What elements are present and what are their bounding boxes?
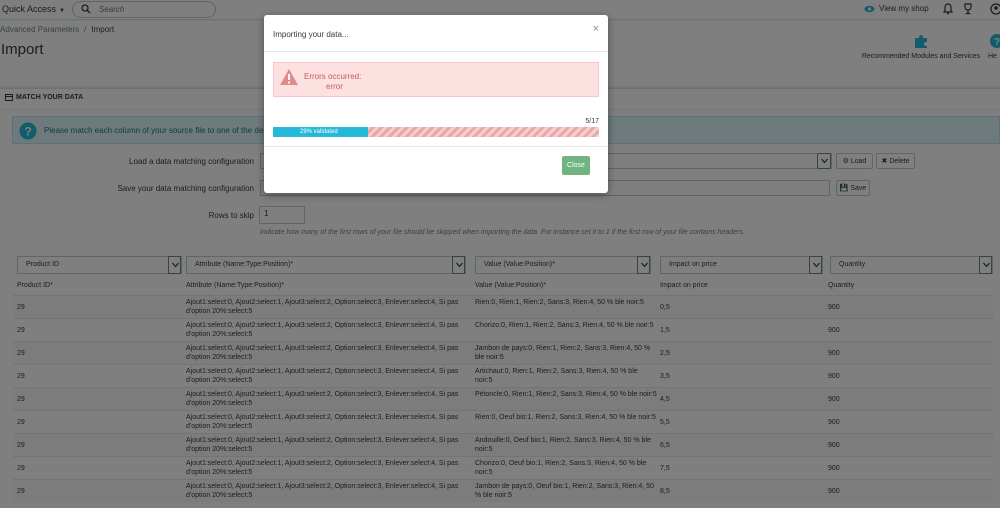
error-title: Errors occurred: (304, 72, 362, 81)
divider (264, 51, 608, 52)
divider (264, 146, 608, 147)
close-button[interactable]: Close (562, 156, 590, 175)
close-icon[interactable]: × (593, 23, 599, 35)
progress-bar-fill: 29% validated (273, 127, 368, 137)
warning-icon (280, 69, 298, 85)
progress-bar: 29% validated (273, 127, 599, 137)
import-modal: Importing your data... × Errors occurred… (264, 15, 608, 193)
progress-label: 29% validated (300, 129, 338, 135)
modal-title: Importing your data... (273, 30, 349, 39)
error-message: error (326, 82, 343, 91)
error-alert: Errors occurred: error (273, 62, 599, 97)
progress-count: 5/17 (585, 118, 599, 125)
